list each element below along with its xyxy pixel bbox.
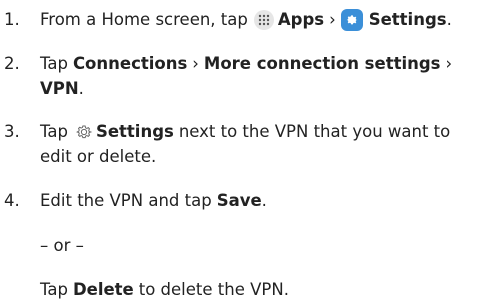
separator: ›	[445, 54, 453, 73]
period: .	[261, 191, 267, 210]
step-text: From a Home screen, tap	[40, 10, 248, 29]
settings-app-icon	[340, 9, 363, 31]
save-label: Save	[216, 191, 262, 210]
step-number: 1.	[4, 10, 20, 29]
separator: ›	[192, 54, 199, 73]
more-connection-settings-label: More connection settings	[203, 54, 441, 73]
separator: ›	[329, 10, 336, 29]
apps-label: Apps	[277, 10, 325, 29]
step-text: Tap	[40, 122, 68, 141]
period: .	[78, 79, 84, 98]
step-2-cont: VPN .	[40, 78, 84, 100]
vpn-label: VPN	[40, 79, 79, 98]
step-number: 2.	[4, 54, 20, 73]
step-text: next to the VPN that you want to	[178, 122, 451, 141]
settings-label: Settings	[368, 10, 447, 29]
or-separator: – or –	[40, 236, 84, 255]
gear-outline-icon	[74, 122, 94, 142]
step-text: to delete the VPN.	[138, 280, 289, 299]
step-number: 3.	[4, 122, 20, 141]
delete-label: Delete	[72, 280, 134, 299]
step-text: edit or delete.	[40, 147, 157, 166]
period: .	[446, 10, 452, 29]
step-number: 4.	[4, 191, 20, 210]
alt-step: Tap Delete to delete the VPN.	[40, 279, 289, 301]
step-text: Edit the VPN and tap	[40, 191, 212, 210]
settings-label: Settings	[95, 122, 174, 141]
step-text: Tap	[40, 54, 68, 73]
connections-label: Connections	[72, 54, 188, 73]
step-text: Tap	[40, 280, 68, 299]
apps-icon	[253, 10, 274, 30]
step-3-cont: edit or delete.	[40, 146, 156, 168]
